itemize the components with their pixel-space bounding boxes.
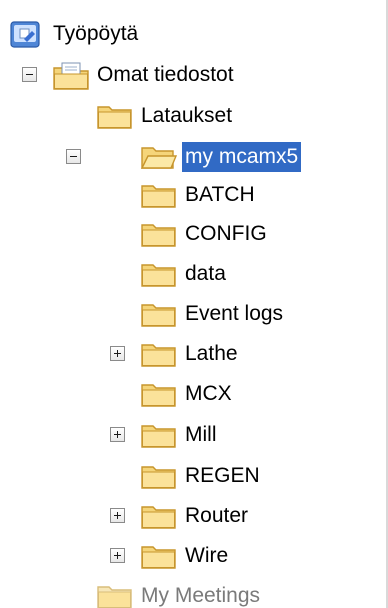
folder-icon <box>140 300 178 334</box>
tree-item-label: Omat tiedostot <box>97 63 234 86</box>
tree-item-wire[interactable]: Wire <box>0 538 386 572</box>
desktop-icon <box>8 20 44 56</box>
tree-item-regen[interactable]: REGEN <box>0 458 386 492</box>
tree-item-config[interactable]: CONFIG <box>0 216 386 250</box>
tree-item-label: Wire <box>185 544 229 567</box>
tree-item-my-mcamx5[interactable]: my mcamx5 <box>0 139 386 173</box>
tree-item-label: Työpöytä <box>53 22 139 45</box>
collapse-icon[interactable] <box>22 67 37 82</box>
tree-item-label: REGEN <box>185 464 260 487</box>
tree-item-label: MCX <box>185 382 232 405</box>
tree-item-batch[interactable]: BATCH <box>0 177 386 211</box>
expand-icon[interactable] <box>110 508 125 523</box>
tree-item-event-logs[interactable]: Event logs <box>0 296 386 330</box>
tree-item-label: CONFIG <box>185 222 267 245</box>
tree-item-label: data <box>185 262 226 285</box>
folder-icon <box>140 220 178 254</box>
folder-tree-panel: Työpöytä Omat tiedostot Lataukset my mca… <box>0 0 388 608</box>
tree-item-label: BATCH <box>185 183 255 206</box>
tree-item-desktop[interactable]: Työpöytä <box>0 16 386 50</box>
tree-item-label: Event logs <box>185 302 284 325</box>
folder-icon <box>140 502 178 536</box>
folder-icon <box>96 102 134 136</box>
folder-icon <box>140 380 178 414</box>
folder-open-icon <box>140 143 178 177</box>
folder-icon <box>140 542 178 576</box>
tree-item-label: My Meetings <box>141 584 261 607</box>
tree-item-label: my mcamx5 <box>182 142 302 172</box>
tree-item-mcx[interactable]: MCX <box>0 376 386 410</box>
tree-item-label: Lathe <box>185 342 238 365</box>
tree-item-downloads[interactable]: Lataukset <box>0 98 386 132</box>
documents-folder-icon <box>52 61 92 97</box>
tree-item-label: Router <box>185 504 249 527</box>
folder-icon <box>140 421 178 455</box>
tree-item-my-meetings[interactable]: My Meetings <box>0 578 386 608</box>
folder-icon <box>140 462 178 496</box>
tree-item-mill[interactable]: Mill <box>0 417 386 451</box>
tree-item-lathe[interactable]: Lathe <box>0 336 386 370</box>
expand-icon[interactable] <box>110 346 125 361</box>
folder-icon <box>96 582 134 608</box>
tree-item-label: Mill <box>185 423 217 446</box>
tree-item-my-documents[interactable]: Omat tiedostot <box>0 57 386 91</box>
expand-icon[interactable] <box>110 427 125 442</box>
folder-icon <box>140 260 178 294</box>
folder-icon <box>140 340 178 374</box>
folder-icon <box>140 181 178 215</box>
tree-item-router[interactable]: Router <box>0 498 386 532</box>
tree-item-label: Lataukset <box>141 104 233 127</box>
expand-icon[interactable] <box>110 548 125 563</box>
tree-item-data[interactable]: data <box>0 256 386 290</box>
collapse-icon[interactable] <box>66 149 81 164</box>
